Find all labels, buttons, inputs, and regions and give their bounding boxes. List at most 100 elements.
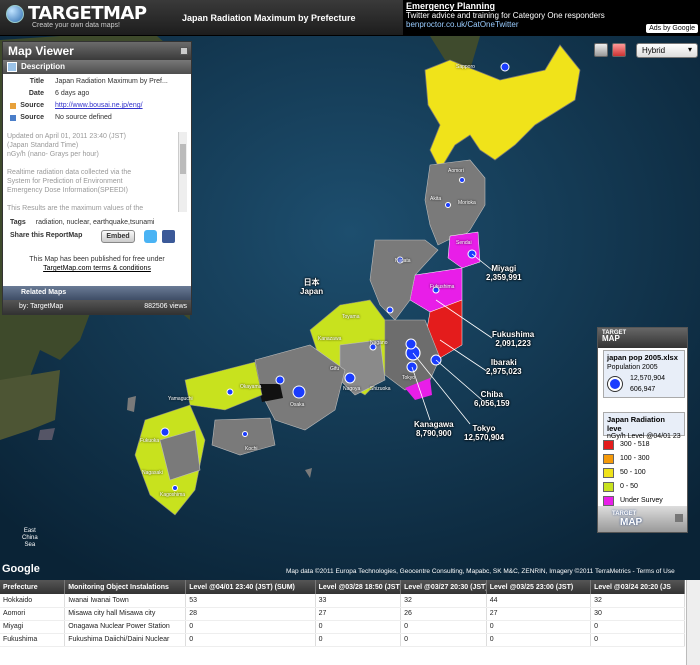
ad-heading[interactable]: Emergency Planning: [406, 1, 697, 11]
pop-max: 12,570,904: [630, 375, 666, 382]
bubble-aomori[interactable]: [459, 177, 465, 183]
ads-by-google[interactable]: Ads by Google: [646, 24, 698, 33]
table-scrollbar[interactable]: [686, 580, 700, 665]
bubble-saitama[interactable]: [405, 338, 417, 350]
description-header-label: Description: [21, 62, 66, 71]
bubble-kagoshima[interactable]: [172, 485, 178, 491]
table-row[interactable]: Aomori Misawa city hall Misawa city 28 27 26…: [0, 607, 685, 621]
table-cell: Fukushima: [0, 633, 66, 647]
source2-label: Source: [20, 114, 44, 121]
label-japan: 日本 Japan: [300, 278, 324, 296]
table-row[interactable]: Fukushima Fukushima Daiichi/Daini Nuclear…: [0, 633, 685, 647]
embed-button[interactable]: Embed: [101, 230, 135, 243]
table-cell: 53: [185, 594, 316, 608]
description-scrollbar[interactable]: [178, 132, 187, 212]
city-nagano: Nagano: [370, 340, 388, 346]
table-header-cell[interactable]: Level @03/25 23:00 (JST): [486, 580, 592, 594]
city-tokyo: Tokyo: [402, 375, 416, 381]
pop-title: japan pop 2005.xlsx: [607, 353, 678, 362]
bubble-hokkaido[interactable]: [500, 62, 510, 72]
source-link[interactable]: http://www.bousai.ne.jp/eng/: [55, 102, 143, 109]
table-cell: 0: [315, 620, 402, 634]
city-yamaguchi: Yamaguchi: [168, 396, 193, 402]
population-legend: japan pop 2005.xlsx Population 2005 12,5…: [603, 350, 685, 398]
table-row[interactable]: Miyagi Onagawa Nuclear Power Station 0 0 0 0 0: [0, 620, 685, 634]
table-cell: 30: [590, 607, 685, 621]
rad-title: Japan Radiation leve: [607, 415, 665, 433]
description-header[interactable]: Description: [3, 60, 191, 74]
bubble-aichi[interactable]: [344, 372, 356, 384]
related-maps-label: Related Maps: [21, 289, 67, 296]
terms-link[interactable]: TargetMap.com terms & conditions: [3, 264, 191, 273]
table-body: Hokkaido Iwanai Iwanai Town 53 33 32 44 32 Aomo…: [0, 594, 685, 647]
fullscreen-icon[interactable]: [594, 43, 608, 57]
desc-line: This Results are the maximum values of t…: [7, 205, 144, 212]
label-ibaraki: Ibaraki 2,975,023: [486, 358, 522, 376]
legend-bin-label: 300 - 518: [620, 441, 650, 448]
date-value: 6 days ago: [55, 90, 90, 97]
table-header-cell[interactable]: Level @03/27 20:30 (JST): [400, 580, 487, 594]
source-row: Source http://www.bousai.ne.jp/eng/: [3, 102, 191, 114]
views-count: 882506 views: [144, 303, 187, 310]
tags-row: Tags radiation, nuclear, earthquake,tsun…: [10, 219, 191, 226]
ad-banner[interactable]: Emergency Planning Twitter advice and tr…: [403, 0, 700, 36]
bubble-fukuoka[interactable]: [160, 427, 170, 437]
table-cell: 0: [315, 633, 402, 647]
table-cell: 0: [185, 620, 316, 634]
bubble-hiroshima[interactable]: [226, 388, 234, 396]
scroll-thumb[interactable]: [180, 144, 186, 174]
city-fukushima: Fukushima: [430, 284, 455, 290]
resize-icon[interactable]: [675, 514, 683, 522]
label-chiba: Chiba 6,056,159: [474, 390, 510, 408]
map-viewer-panel: Map Viewer Description Title Japan Radia…: [2, 41, 192, 315]
pop-min: 606,947: [630, 386, 656, 393]
table-row[interactable]: Hokkaido Iwanai Iwanai Town 53 33 32 44 32: [0, 594, 685, 608]
author-label[interactable]: by: TargetMap: [19, 303, 63, 310]
description-text[interactable]: Updated on April 01, 2011 23:40 (JST) (J…: [7, 132, 187, 212]
city-osaka: Osaka: [290, 402, 305, 408]
google-logo[interactable]: Google: [2, 563, 40, 575]
bubble-iwate[interactable]: [445, 202, 451, 208]
bubble-osaka[interactable]: [292, 385, 306, 399]
city-nagasaki: Nagasaki: [142, 470, 163, 476]
related-maps-header[interactable]: Related Maps: [3, 286, 191, 300]
table-header-cell[interactable]: Monitoring Object Instalations: [64, 580, 187, 594]
table-cell: 32: [400, 594, 487, 608]
city-fukuoka: Fukuoka: [140, 438, 160, 444]
desc-line: nGy/h (nano- Grays per hour): [7, 151, 99, 158]
desc-line: Emergency Dose Information(SPEEDI): [7, 187, 128, 194]
city-sapporo: Sapporo: [456, 64, 475, 70]
ad-text: Twitter advice and training for Category…: [406, 11, 605, 20]
table-header-cell[interactable]: Prefecture: [0, 580, 66, 594]
facebook-icon[interactable]: [162, 230, 175, 243]
table-header-cell[interactable]: Level @03/28 18:50 (JST): [315, 580, 402, 594]
legend-swatch: [603, 482, 614, 492]
bubble-hyogo[interactable]: [275, 375, 285, 385]
twitter-icon[interactable]: [144, 230, 157, 243]
share-row: Share this ReportMap Embed: [10, 230, 191, 248]
date-row: Date 6 days ago: [3, 90, 191, 102]
minimize-icon[interactable]: [180, 47, 188, 55]
source-label: Source: [20, 102, 44, 109]
city-sendai: Sendai: [456, 240, 472, 246]
date-label: Date: [28, 90, 44, 97]
table-cell: Onagawa Nuclear Power Station: [64, 620, 187, 634]
city-gifu: Gifu: [330, 366, 340, 372]
targetmap-logo[interactable]: TARGETMAP Create your own data maps!: [6, 3, 147, 29]
map-attribution[interactable]: Map data ©2011 Europa Technologies, Geoc…: [286, 568, 675, 575]
info-icon: [7, 62, 17, 72]
table-cell: Misawa city hall Misawa city: [64, 607, 187, 621]
source2-value: No source defined: [55, 114, 112, 121]
city-aomori: Aomori: [448, 168, 464, 174]
table-header-cell[interactable]: Level @03/24 20:20 (JS: [590, 580, 685, 594]
label-kanagawa: Kanagawa 8,790,900: [414, 420, 454, 438]
panel-header: Map Viewer: [3, 42, 191, 60]
table-cell: 28: [185, 607, 316, 621]
bubble-gunma[interactable]: [386, 306, 394, 314]
bubble-shikoku[interactable]: [242, 431, 248, 437]
legend-bin-label: 100 - 300: [620, 455, 650, 462]
table-header-cell[interactable]: Level @04/01 23:40 (JST) (SUM): [185, 580, 316, 594]
map-type-select[interactable]: Hybrid: [636, 43, 698, 58]
record-icon[interactable]: [612, 43, 626, 57]
table-cell: Iwanai Iwanai Town: [64, 594, 187, 608]
